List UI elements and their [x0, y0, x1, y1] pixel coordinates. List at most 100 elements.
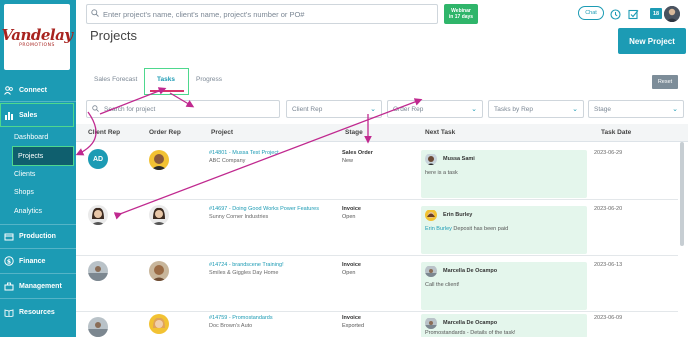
table-row[interactable]: #14759 - Promostandards Doc Brown's Auto…: [76, 312, 678, 337]
tasks-by-rep-select[interactable]: Tasks by Rep ⌄: [488, 100, 584, 118]
task-avatar: [425, 265, 437, 277]
project-search-input[interactable]: Search for project: [86, 100, 280, 118]
logo-text: Vandelay: [1, 26, 73, 44]
client-rep-select[interactable]: Client Rep ⌄: [286, 100, 382, 118]
task-avatar: [425, 153, 437, 165]
sidebar-item-label: Resources: [19, 308, 55, 316]
task-assignee: Marcella De Ocampo: [443, 320, 498, 326]
client-rep-avatar: [88, 205, 108, 225]
col-project[interactable]: Project: [211, 129, 233, 136]
order-rep-avatar: [149, 261, 169, 281]
logo-subtext: PROMOTIONS: [19, 43, 55, 48]
box-icon: [4, 231, 14, 241]
divider: [0, 101, 76, 102]
project-client: Sunny Corner Industries: [209, 214, 269, 220]
sales-highlight-box: [0, 103, 74, 127]
select-label: Tasks by Rep: [494, 105, 534, 113]
calendar-badge[interactable]: 18: [650, 8, 662, 19]
stage-label: Invoice: [342, 315, 361, 321]
sidebar-item-label: Finance: [19, 257, 46, 265]
sidebar-item-resources[interactable]: Resources: [0, 301, 76, 323]
stage-status: Exported: [342, 323, 365, 329]
project-client: Smiles & Giggles Day Home: [209, 270, 279, 276]
task-date: 2023-06-20: [594, 206, 623, 212]
order-rep-avatar: [149, 205, 169, 225]
stage-select[interactable]: Stage ⌄: [588, 100, 684, 118]
select-label: Stage: [594, 105, 611, 113]
stage-label: Sales Order: [342, 150, 373, 156]
table-row[interactable]: #14724 - brandscene Training! Smiles & G…: [76, 256, 678, 312]
select-label: Order Rep: [393, 105, 424, 113]
tab-sales-forecast[interactable]: Sales Forecast: [94, 76, 137, 83]
select-label: Client Rep: [292, 105, 323, 113]
chevron-down-icon: ⌄: [471, 106, 477, 113]
col-order-rep[interactable]: Order Rep: [149, 129, 181, 136]
col-task-date[interactable]: Task Date: [601, 129, 631, 136]
sidebar-item-label: Management: [19, 282, 62, 290]
reset-button[interactable]: Reset: [652, 75, 678, 89]
table-row[interactable]: AD #14801 - Mussa Test Project ABC Compa…: [76, 144, 678, 200]
project-link[interactable]: #14697 - Doing Good Works Power Features: [209, 206, 319, 212]
table-scrollbar[interactable]: [680, 142, 684, 246]
task-avatar: [425, 209, 437, 221]
sidebar-item-label: Connect: [19, 86, 47, 94]
sidebar-subitem-shops[interactable]: Shops: [14, 189, 34, 196]
new-project-button[interactable]: New Project: [618, 28, 686, 54]
col-stage[interactable]: Stage: [345, 129, 363, 136]
user-avatar[interactable]: [664, 6, 680, 22]
next-task-card[interactable]: Erin Burley Erin Burley Deposit has been…: [421, 206, 587, 254]
tab-progress[interactable]: Progress: [196, 76, 222, 83]
task-assignee: Marcella De Ocampo: [443, 268, 498, 274]
sidebar-item-production[interactable]: Production: [0, 225, 76, 247]
task-description: Erin Burley Deposit has been paid: [425, 226, 508, 232]
order-rep-avatar: [149, 314, 169, 334]
company-logo[interactable]: Vandelay PROMOTIONS: [1, 4, 73, 70]
chevron-down-icon: ⌄: [370, 106, 376, 113]
app-root: Vandelay PROMOTIONS Connect Sales Dashbo…: [0, 0, 688, 337]
task-avatar: [425, 317, 437, 329]
next-task-card[interactable]: Marcella De Ocampo Call the client!: [421, 262, 587, 310]
checklist-icon[interactable]: [628, 7, 639, 25]
chevron-down-icon: ⌄: [672, 106, 678, 113]
stage-status: Open: [342, 214, 356, 220]
sidebar-item-label: Production: [19, 232, 56, 240]
order-rep-select[interactable]: Order Rep ⌄: [387, 100, 483, 118]
stage-label: Invoice: [342, 262, 361, 268]
search-placeholder: Enter project's name, client's name, pro…: [103, 9, 305, 19]
divider: [0, 273, 76, 274]
sidebar-item-finance[interactable]: $ Finance: [0, 250, 76, 272]
stage-label: Invoice: [342, 206, 361, 212]
chat-label: Chat: [585, 10, 597, 16]
next-task-card[interactable]: Marcella De Ocampo Promostandards - Deta…: [421, 314, 587, 337]
next-task-card[interactable]: Mussa Sami here is a task: [421, 150, 587, 198]
webinar-button[interactable]: Webinar in 17 days: [444, 4, 478, 24]
sidebar-item-connect[interactable]: Connect: [0, 79, 76, 101]
sidebar-item-management[interactable]: Management: [0, 275, 76, 297]
sidebar-subitem-dashboard[interactable]: Dashboard: [14, 134, 48, 141]
clock-icon[interactable]: [610, 7, 621, 25]
sidebar-subitem-projects[interactable]: Projects: [12, 146, 74, 166]
task-description-text: Deposit has been paid: [451, 226, 509, 232]
svg-text:$: $: [7, 258, 11, 265]
col-next-task[interactable]: Next Task: [425, 129, 455, 136]
sidebar-subitem-analytics[interactable]: Analytics: [14, 208, 42, 215]
stage-status: Open: [342, 270, 356, 276]
sidebar-subitem-clients[interactable]: Clients: [14, 171, 35, 178]
chat-button[interactable]: Chat: [578, 6, 604, 20]
project-link[interactable]: #14759 - Promostandards: [209, 315, 273, 321]
client-rep-avatar: [88, 261, 108, 281]
table-row[interactable]: #14697 - Doing Good Works Power Features…: [76, 200, 678, 256]
sidebar: Vandelay PROMOTIONS Connect Sales Dashbo…: [0, 0, 76, 337]
global-search-input[interactable]: Enter project's name, client's name, pro…: [86, 4, 438, 24]
project-client: ABC Company: [209, 158, 246, 164]
order-rep-avatar: [149, 150, 169, 170]
project-link[interactable]: #14801 - Mussa Test Project: [209, 150, 279, 156]
task-description: Call the client!: [425, 282, 460, 288]
mention-link[interactable]: Erin Burley: [425, 226, 452, 232]
project-link[interactable]: #14724 - brandscene Training!: [209, 262, 284, 268]
col-client-rep[interactable]: Client Rep: [88, 129, 120, 136]
client-rep-avatar: [88, 317, 108, 337]
divider: [0, 298, 76, 299]
briefcase-icon: [4, 281, 14, 291]
task-date: 2023-06-29: [594, 150, 623, 156]
